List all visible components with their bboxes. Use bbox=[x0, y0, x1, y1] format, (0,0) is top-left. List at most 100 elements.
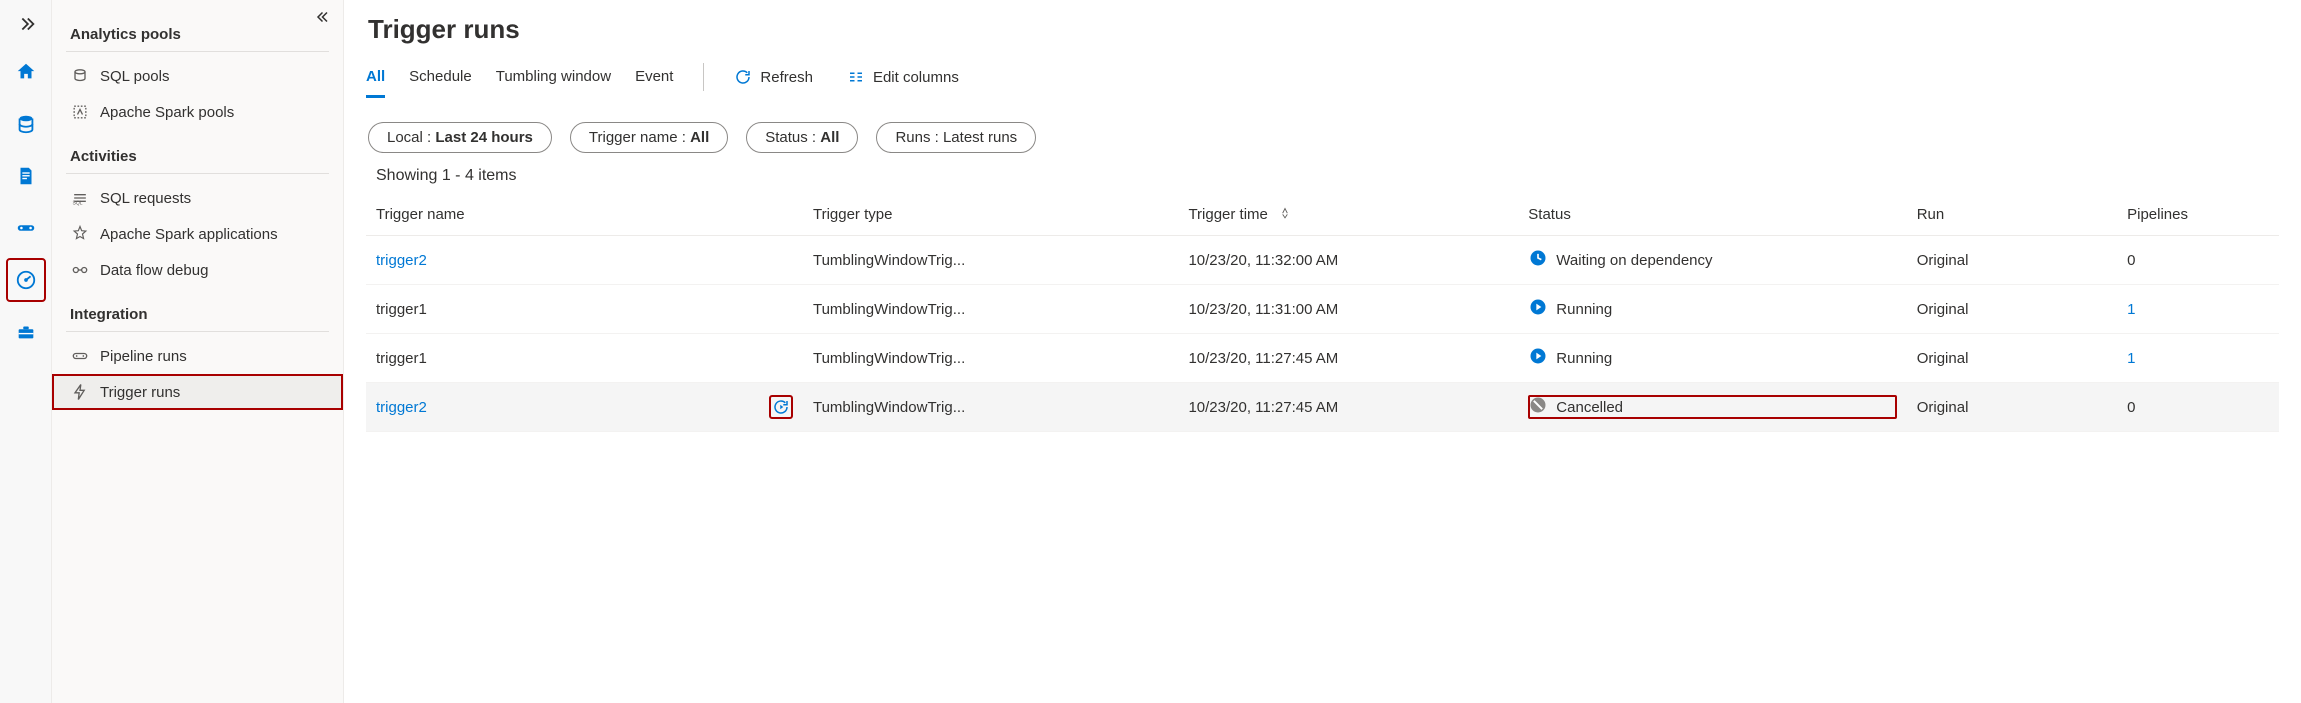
spark-pools-icon bbox=[70, 102, 90, 122]
pipelines-cell[interactable]: 1 bbox=[2117, 334, 2279, 383]
status-cell: Running bbox=[1518, 285, 1906, 334]
rail-item-monitor[interactable] bbox=[6, 258, 46, 302]
trigger-name-link: trigger1 bbox=[376, 301, 427, 318]
sidepanel-item-spark-apps[interactable]: Apache Spark applications bbox=[52, 216, 343, 252]
run-cell: Original bbox=[1907, 236, 2117, 285]
side-panel: Analytics pools SQL pools Apache Spark p… bbox=[52, 0, 344, 703]
status-cell: Running bbox=[1518, 334, 1906, 383]
edit-columns-label: Edit columns bbox=[873, 69, 959, 86]
trigger-type-cell: TumblingWindowTrig... bbox=[803, 236, 1178, 285]
sidepanel-collapse-button[interactable] bbox=[315, 8, 333, 29]
table-row[interactable]: trigger2 TumblingWindowTrig...10/23/20, … bbox=[366, 383, 2279, 432]
trigger-name-link: trigger1 bbox=[376, 350, 427, 367]
columns-icon bbox=[847, 68, 865, 86]
run-cell: Original bbox=[1907, 334, 2117, 383]
divider bbox=[703, 63, 704, 91]
rail-item-home[interactable] bbox=[6, 50, 46, 94]
filter-time-range[interactable]: Local : Last 24 hours bbox=[368, 122, 552, 153]
status-text: Cancelled bbox=[1556, 399, 1623, 416]
run-cell: Original bbox=[1907, 383, 2117, 432]
main-content: Trigger runs All Schedule Tumbling windo… bbox=[344, 0, 2301, 703]
status-icon bbox=[1528, 395, 1548, 419]
col-header-pipelines[interactable]: Pipelines bbox=[2117, 193, 2279, 236]
sidepanel-group-title: Activities bbox=[52, 130, 343, 173]
home-icon bbox=[15, 61, 37, 83]
rail-item-develop[interactable] bbox=[6, 154, 46, 198]
status-text: Waiting on dependency bbox=[1556, 252, 1712, 269]
trigger-runs-icon bbox=[70, 382, 90, 402]
col-header-run[interactable]: Run bbox=[1907, 193, 2117, 236]
filter-status[interactable]: Status : All bbox=[746, 122, 858, 153]
status-icon bbox=[1528, 297, 1548, 321]
database-icon bbox=[15, 113, 37, 135]
tab-tumbling-window[interactable]: Tumbling window bbox=[496, 64, 611, 98]
sidepanel-item-label: Data flow debug bbox=[100, 262, 208, 279]
table-row[interactable]: trigger1 TumblingWindowTrig...10/23/20, … bbox=[366, 285, 2279, 334]
dataflow-debug-icon bbox=[70, 260, 90, 280]
status-cell: Waiting on dependency bbox=[1518, 236, 1906, 285]
rail-expand-button[interactable] bbox=[6, 6, 46, 42]
trigger-type-cell: TumblingWindowTrig... bbox=[803, 285, 1178, 334]
col-header-status[interactable]: Status bbox=[1518, 193, 1906, 236]
refresh-label: Refresh bbox=[760, 69, 813, 86]
sidepanel-item-sql-requests[interactable]: SQL SQL requests bbox=[52, 180, 343, 216]
left-rail bbox=[0, 0, 52, 703]
tab-schedule[interactable]: Schedule bbox=[409, 64, 472, 98]
sidepanel-item-spark-pools[interactable]: Apache Spark pools bbox=[52, 94, 343, 130]
divider bbox=[66, 51, 329, 52]
sort-indicator-icon bbox=[1278, 205, 1292, 219]
sidepanel-item-label: Apache Spark applications bbox=[100, 226, 278, 243]
sidepanel-item-dataflow-debug[interactable]: Data flow debug bbox=[52, 252, 343, 288]
table-row[interactable]: trigger2 TumblingWindowTrig...10/23/20, … bbox=[366, 236, 2279, 285]
document-icon bbox=[15, 165, 37, 187]
refresh-button[interactable]: Refresh bbox=[734, 68, 813, 94]
rail-item-data[interactable] bbox=[6, 102, 46, 146]
sidepanel-item-sql-pools[interactable]: SQL pools bbox=[52, 58, 343, 94]
tab-bar: All Schedule Tumbling window Event Refre… bbox=[366, 63, 2279, 100]
sidepanel-item-label: SQL pools bbox=[100, 68, 170, 85]
pipelines-cell: 0 bbox=[2117, 236, 2279, 285]
trigger-name-link[interactable]: trigger2 bbox=[376, 399, 427, 416]
divider bbox=[66, 173, 329, 174]
sidepanel-item-label: SQL requests bbox=[100, 190, 191, 207]
sidepanel-item-trigger-runs[interactable]: Trigger runs bbox=[52, 374, 343, 410]
sql-pools-icon bbox=[70, 66, 90, 86]
pipeline-icon bbox=[15, 217, 37, 239]
filter-runs[interactable]: Runs : Latest runs bbox=[876, 122, 1036, 153]
trigger-time-cell: 10/23/20, 11:27:45 AM bbox=[1178, 383, 1518, 432]
toolbox-icon bbox=[15, 321, 37, 343]
spark-apps-icon bbox=[70, 224, 90, 244]
tab-event[interactable]: Event bbox=[635, 64, 673, 98]
edit-columns-button[interactable]: Edit columns bbox=[847, 68, 959, 94]
filter-trigger-name[interactable]: Trigger name : All bbox=[570, 122, 728, 153]
table-row[interactable]: trigger1 TumblingWindowTrig...10/23/20, … bbox=[366, 334, 2279, 383]
status-icon bbox=[1528, 346, 1548, 370]
col-header-trigger-time[interactable]: Trigger time bbox=[1178, 193, 1518, 236]
sidepanel-item-pipeline-runs[interactable]: Pipeline runs bbox=[52, 338, 343, 374]
pipelines-cell: 0 bbox=[2117, 383, 2279, 432]
pipeline-runs-icon bbox=[70, 346, 90, 366]
tab-all[interactable]: All bbox=[366, 64, 385, 98]
svg-text:SQL: SQL bbox=[73, 201, 83, 207]
filter-bar: Local : Last 24 hours Trigger name : All… bbox=[368, 122, 2279, 153]
status-text: Running bbox=[1556, 301, 1612, 318]
sidepanel-item-label: Pipeline runs bbox=[100, 348, 187, 365]
rerun-icon bbox=[772, 398, 790, 416]
sql-requests-icon: SQL bbox=[70, 188, 90, 208]
results-summary: Showing 1 - 4 items bbox=[376, 167, 2279, 185]
page-title: Trigger runs bbox=[368, 14, 2279, 45]
rail-item-integrate[interactable] bbox=[6, 206, 46, 250]
rerun-button[interactable] bbox=[769, 395, 793, 419]
col-header-trigger-type[interactable]: Trigger type bbox=[803, 193, 1178, 236]
run-cell: Original bbox=[1907, 285, 2117, 334]
sidepanel-group-title: Analytics pools bbox=[52, 8, 343, 51]
col-header-trigger-name[interactable]: Trigger name bbox=[366, 193, 803, 236]
sidepanel-group-title: Integration bbox=[52, 288, 343, 331]
pipelines-cell[interactable]: 1 bbox=[2117, 285, 2279, 334]
status-text: Running bbox=[1556, 350, 1612, 367]
trigger-name-link[interactable]: trigger2 bbox=[376, 252, 427, 269]
rail-item-manage[interactable] bbox=[6, 310, 46, 354]
status-icon bbox=[1528, 248, 1548, 272]
refresh-icon bbox=[734, 68, 752, 86]
trigger-type-cell: TumblingWindowTrig... bbox=[803, 334, 1178, 383]
